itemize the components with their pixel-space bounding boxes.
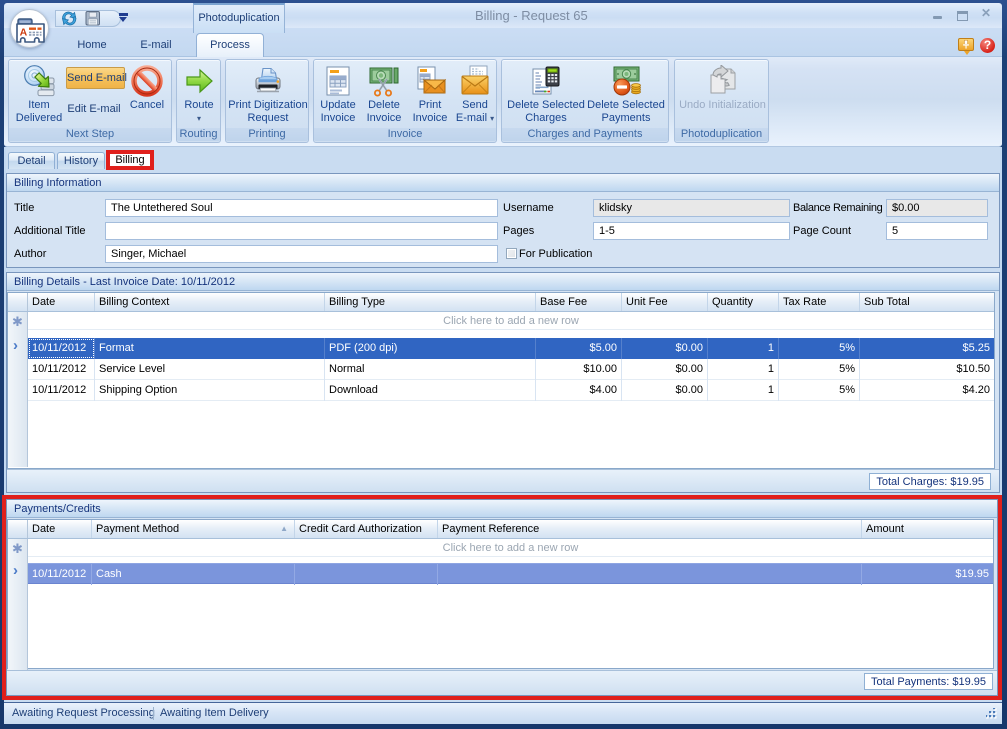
svg-text:A: A [20, 27, 28, 39]
